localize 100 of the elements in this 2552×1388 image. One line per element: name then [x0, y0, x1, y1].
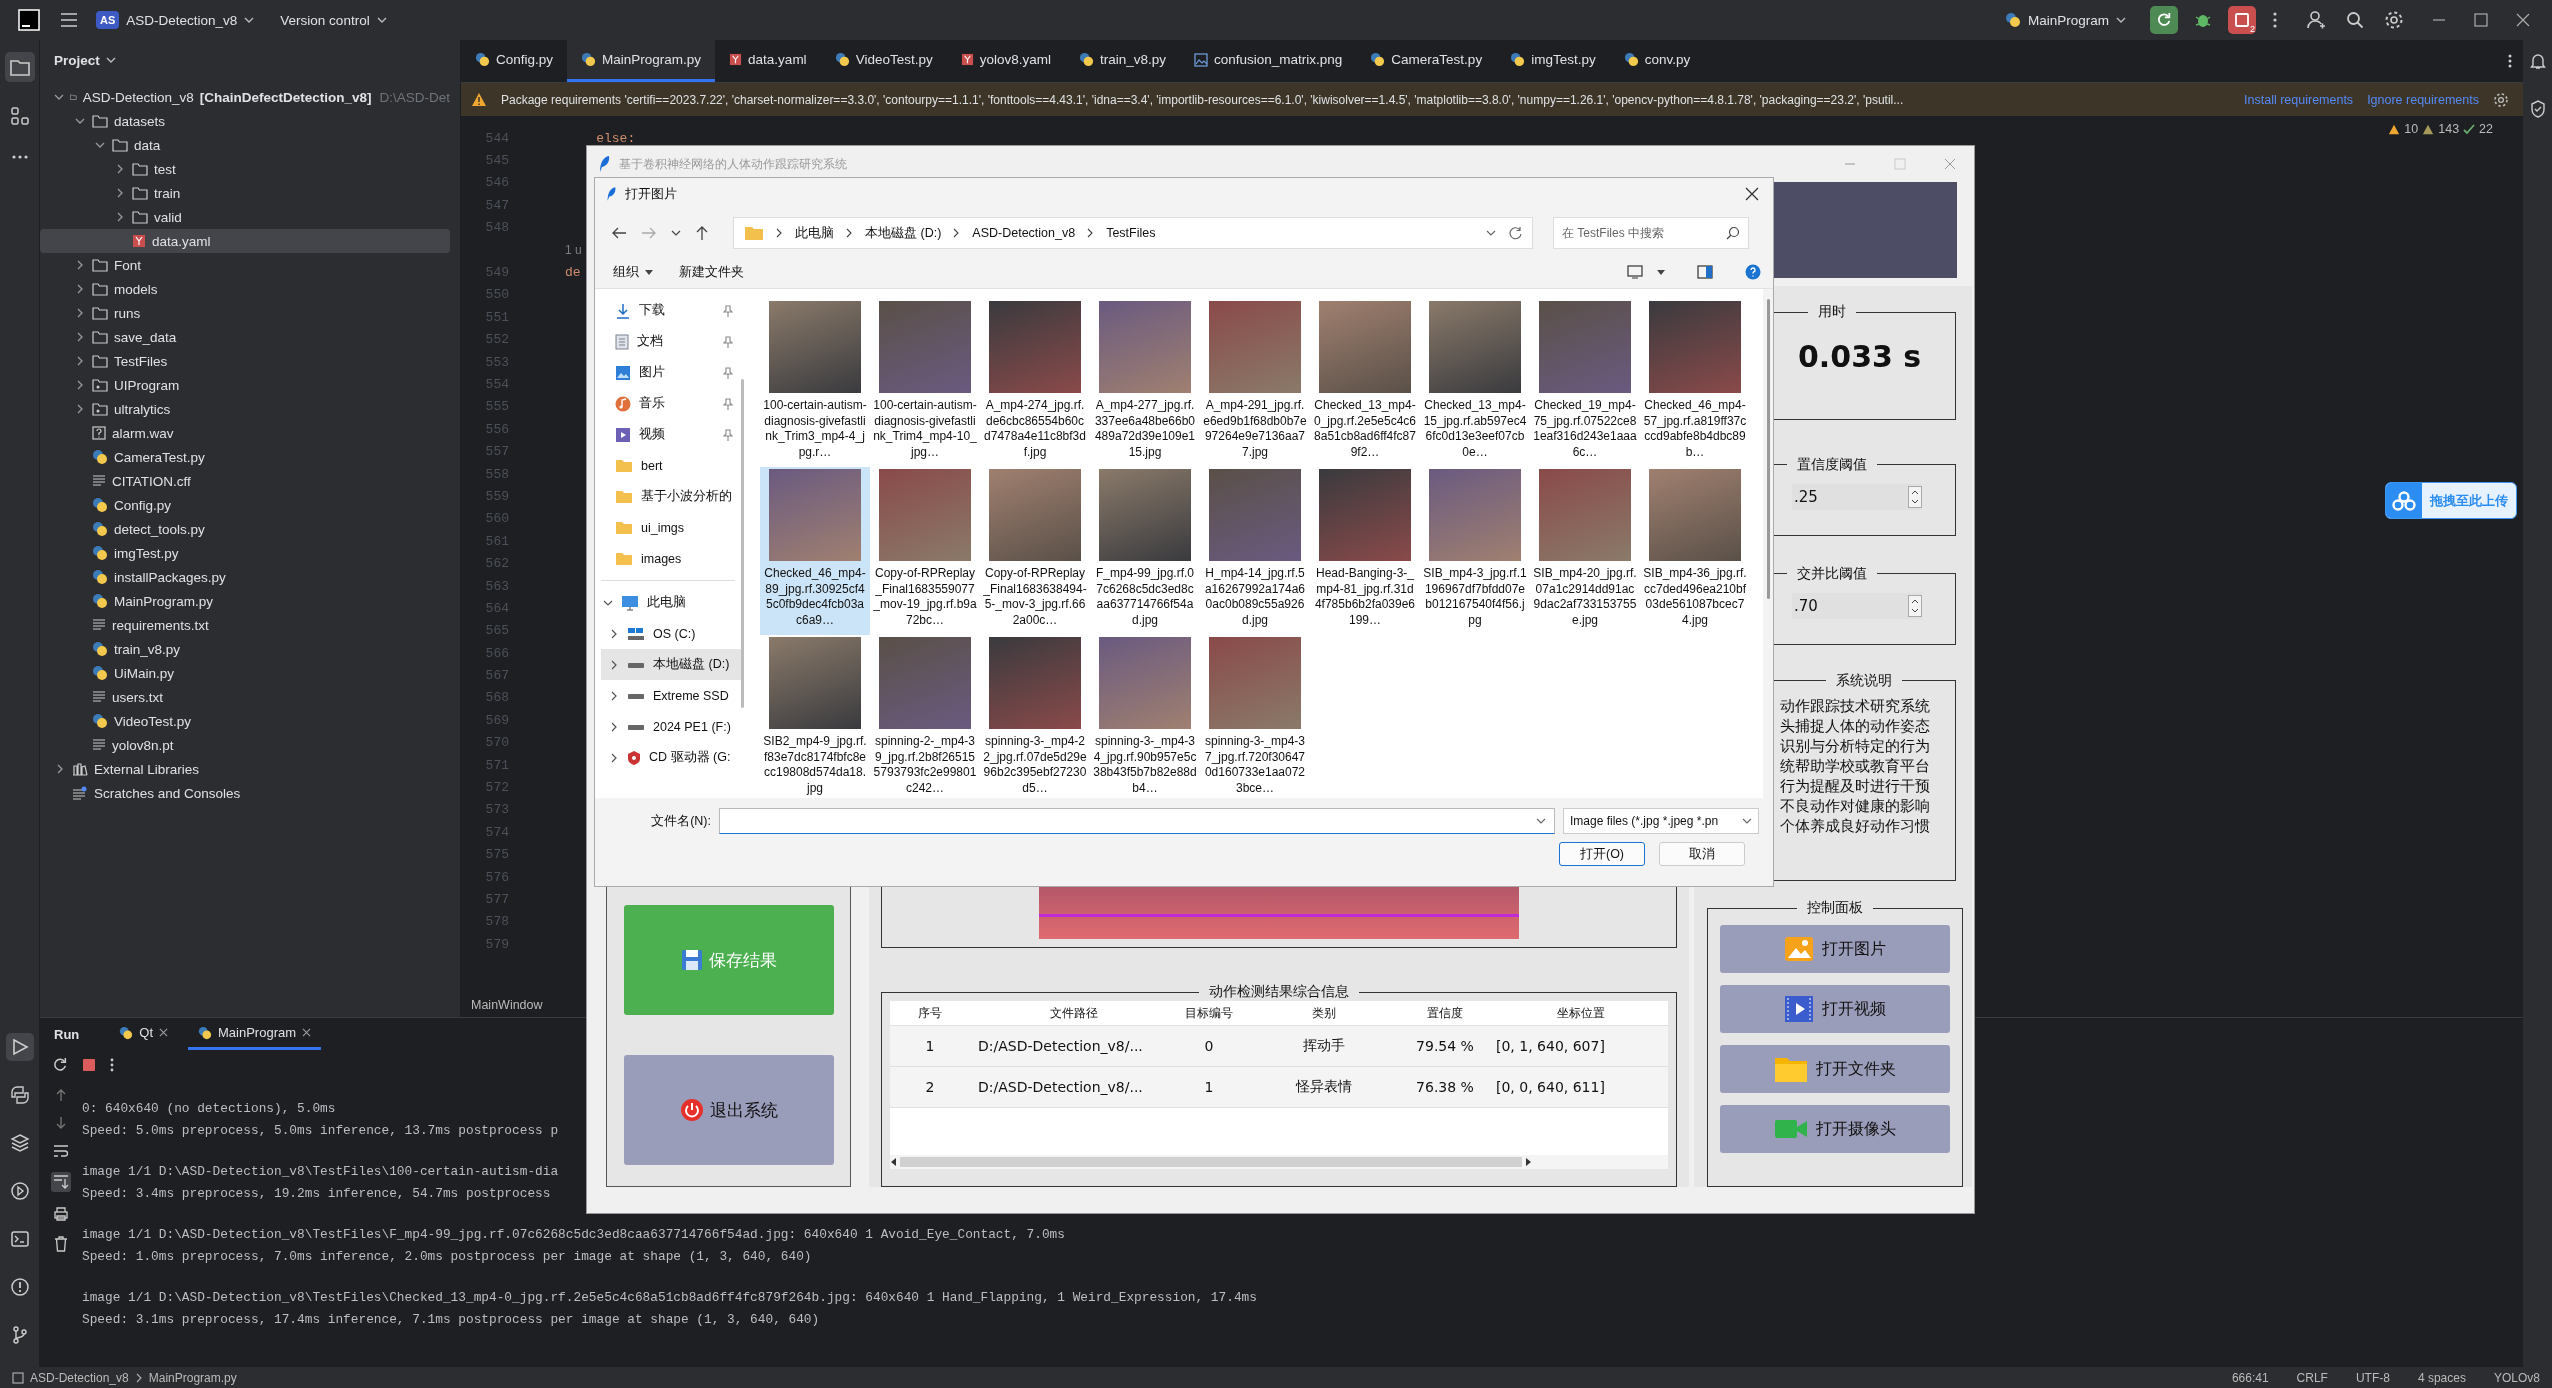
breadcrumb-item[interactable]: 此电脑 — [795, 224, 834, 242]
tree-item[interactable]: TestFiles — [40, 349, 450, 373]
tree-item[interactable]: UiMain.py — [40, 661, 450, 685]
breadcrumb-item[interactable]: TestFiles — [1106, 226, 1156, 240]
caret-icon[interactable] — [1536, 818, 1546, 824]
chevron-icon[interactable] — [115, 212, 125, 222]
nav-item[interactable]: Extreme SSD — [601, 680, 741, 711]
tree-item[interactable]: CameraTest.py — [40, 445, 450, 469]
chevron-icon[interactable] — [75, 116, 85, 126]
editor-tab[interactable]: MainProgram.py — [567, 40, 716, 82]
status-item[interactable]: 4 spaces — [2417, 1370, 2466, 1385]
control-button[interactable]: 打开视频 — [1720, 985, 1950, 1034]
rerun-button[interactable] — [2150, 6, 2178, 34]
editor-tab[interactable]: conv.py — [1609, 40, 1705, 82]
tree-item[interactable]: datasets — [40, 109, 450, 133]
action-button[interactable]: 退出系统 — [623, 1055, 834, 1165]
horizontal-scrollbar[interactable] — [890, 1155, 1668, 1170]
spin-arrows-icon[interactable] — [1908, 594, 1922, 617]
nav-item[interactable]: 此电脑 — [601, 587, 741, 618]
nav-item[interactable]: 下载 — [601, 295, 741, 326]
file-item[interactable]: spinning-2-_mp4-39_jpg.rf.2b8f265155793793fc2e99801c242… — [870, 635, 980, 798]
nav-item[interactable]: 图片 — [601, 357, 741, 388]
stop-icon[interactable] — [82, 1058, 96, 1072]
refresh-icon[interactable] — [1508, 226, 1522, 240]
file-item[interactable]: A_mp4-277_jpg.rf.337ee6a48be66b0489a72d39e109e115.jpg — [1090, 299, 1200, 467]
file-type-dropdown[interactable]: Image files (*.jpg *.jpeg *.pn — [1563, 808, 1759, 834]
new-folder-button[interactable]: 新建文件夹 — [673, 262, 750, 282]
trash-icon[interactable] — [54, 1236, 68, 1252]
tree-item[interactable]: data — [40, 133, 450, 157]
chevron-icon[interactable] — [75, 356, 85, 366]
settings-icon[interactable] — [2384, 10, 2404, 30]
tree-item[interactable]: imgTest.py — [40, 541, 450, 565]
close-icon[interactable] — [302, 1028, 312, 1037]
file-item[interactable]: Checked_19_mp4-75_jpg.rf.07522ce81eaf316d243e1aaa6c… — [1530, 299, 1640, 467]
tree-item[interactable]: CITATION.cff — [40, 469, 450, 493]
chevron-icon[interactable] — [75, 260, 85, 270]
caret-icon[interactable] — [105, 57, 116, 63]
file-item[interactable]: SIB_mp4-20_jpg.rf.07a1c2914dd91ac9dac2af733153755e.jpg — [1530, 467, 1640, 635]
chevron-icon[interactable] — [75, 284, 85, 294]
panel-title[interactable]: Project — [54, 52, 100, 68]
file-item[interactable]: Copy-of-RPReplay_Final1683559077_mov-19_jpg.rf.b9a72bc… — [870, 467, 980, 635]
file-item[interactable]: Checked_46_mp4-89_jpg.rf.30925cf45c0fb9dec4fcb03ac6a9… — [760, 467, 870, 635]
tree-item[interactable]: train_v8.py — [40, 637, 450, 661]
run-tab[interactable]: Qt — [109, 1018, 178, 1050]
filename-field[interactable] — [719, 808, 1555, 834]
tree-item[interactable]: users.txt — [40, 685, 450, 709]
rerun-icon[interactable] — [52, 1057, 68, 1073]
usage-hint[interactable]: 1 u — [565, 243, 582, 258]
app-logo-icon[interactable] — [18, 9, 40, 31]
spin-arrows-icon[interactable] — [1908, 485, 1922, 508]
file-item[interactable]: A_mp4-274_jpg.rf.de6cbc86554b60cd7478a4e11c8bf3df.jpg — [980, 299, 1090, 467]
file-item[interactable]: 100-certain-autism-diagnosis-givefastlink_Trim4_mp4-10_jpg… — [870, 299, 980, 467]
tree-item[interactable]: save_data — [40, 325, 450, 349]
run-icon[interactable] — [5, 1033, 34, 1061]
search-field[interactable]: 在 TestFiles 中搜索 — [1553, 217, 1749, 249]
breadcrumb-item[interactable]: 本地磁盘 (D:) — [865, 224, 942, 242]
tree-item[interactable]: test — [40, 157, 450, 181]
tree-item[interactable]: train — [40, 181, 450, 205]
editor-tab[interactable]: yolov8.yaml — [946, 40, 1065, 82]
tree-item[interactable]: models — [40, 277, 450, 301]
tree-item[interactable]: requirements.txt — [40, 613, 450, 637]
caret-icon[interactable] — [1486, 230, 1496, 236]
editor-tab[interactable]: VideoTest.py — [820, 40, 947, 82]
tree-item[interactable]: runs — [40, 301, 450, 325]
banner-link[interactable]: Install requirements — [2244, 92, 2354, 107]
status-item[interactable]: UTF-8 — [2355, 1370, 2390, 1385]
project-switcher[interactable]: AS ASD-Detection_v8 — [88, 6, 263, 34]
version-control-menu[interactable]: Version control — [272, 7, 395, 33]
nav-item[interactable]: images — [601, 543, 741, 574]
file-item[interactable]: Copy-of-RPReplay_Final1683638494-5-_mov-3_jpg.rf.662a00c… — [980, 467, 1090, 635]
nav-item[interactable]: 2024 PE1 (F:) — [601, 711, 741, 742]
file-item[interactable]: spinning-3-_mp4-34_jpg.rf.90b957e5c38b43f5b7b82e88db4… — [1090, 635, 1200, 798]
up-arrow-icon[interactable] — [55, 1088, 67, 1102]
chevron-icon[interactable] — [54, 92, 64, 102]
account-icon[interactable] — [2306, 10, 2326, 30]
tree-item[interactable]: installPackages.py — [40, 565, 450, 589]
control-button[interactable]: 打开文件夹 — [1720, 1045, 1950, 1094]
nav-item[interactable]: OS (C:) — [601, 618, 741, 649]
tree-item[interactable]: UIProgram — [40, 373, 450, 397]
editor-tab[interactable]: Config.py — [461, 40, 568, 82]
tree-item[interactable]: Font — [40, 253, 450, 277]
chevron-icon[interactable] — [115, 164, 125, 174]
shield-icon[interactable] — [2529, 100, 2546, 118]
run-configuration[interactable]: MainProgram — [1996, 7, 2134, 33]
tree-item[interactable]: alarm.wav — [40, 421, 450, 445]
more-icon[interactable] — [2272, 11, 2278, 29]
status-item[interactable]: 666:41 — [2231, 1370, 2269, 1385]
more-icon[interactable] — [110, 1058, 114, 1072]
up-arrow-icon[interactable] — [695, 225, 709, 241]
down-arrow-icon[interactable] — [55, 1116, 67, 1130]
status-item[interactable]: YOLOv8 — [2493, 1370, 2540, 1385]
chevron-icon[interactable] — [609, 752, 619, 763]
file-item[interactable]: spinning-3-_mp4-37_jpg.rf.720f306470d160733e1aa0723bce… — [1200, 635, 1310, 798]
file-item[interactable]: Checked_13_mp4-0_jpg.rf.2e5e5c4c68a51cb8ad6ff4fc879f2… — [1310, 299, 1420, 467]
chevron-icon[interactable] — [75, 404, 85, 414]
close-icon[interactable] — [1745, 187, 1759, 201]
chevron-icon[interactable] — [75, 308, 85, 318]
dialog-button[interactable]: 取消 — [1659, 842, 1745, 866]
nav-item[interactable]: 本地磁盘 (D:) — [601, 649, 741, 680]
nav-item[interactable]: CD 驱动器 (G: — [601, 742, 741, 773]
